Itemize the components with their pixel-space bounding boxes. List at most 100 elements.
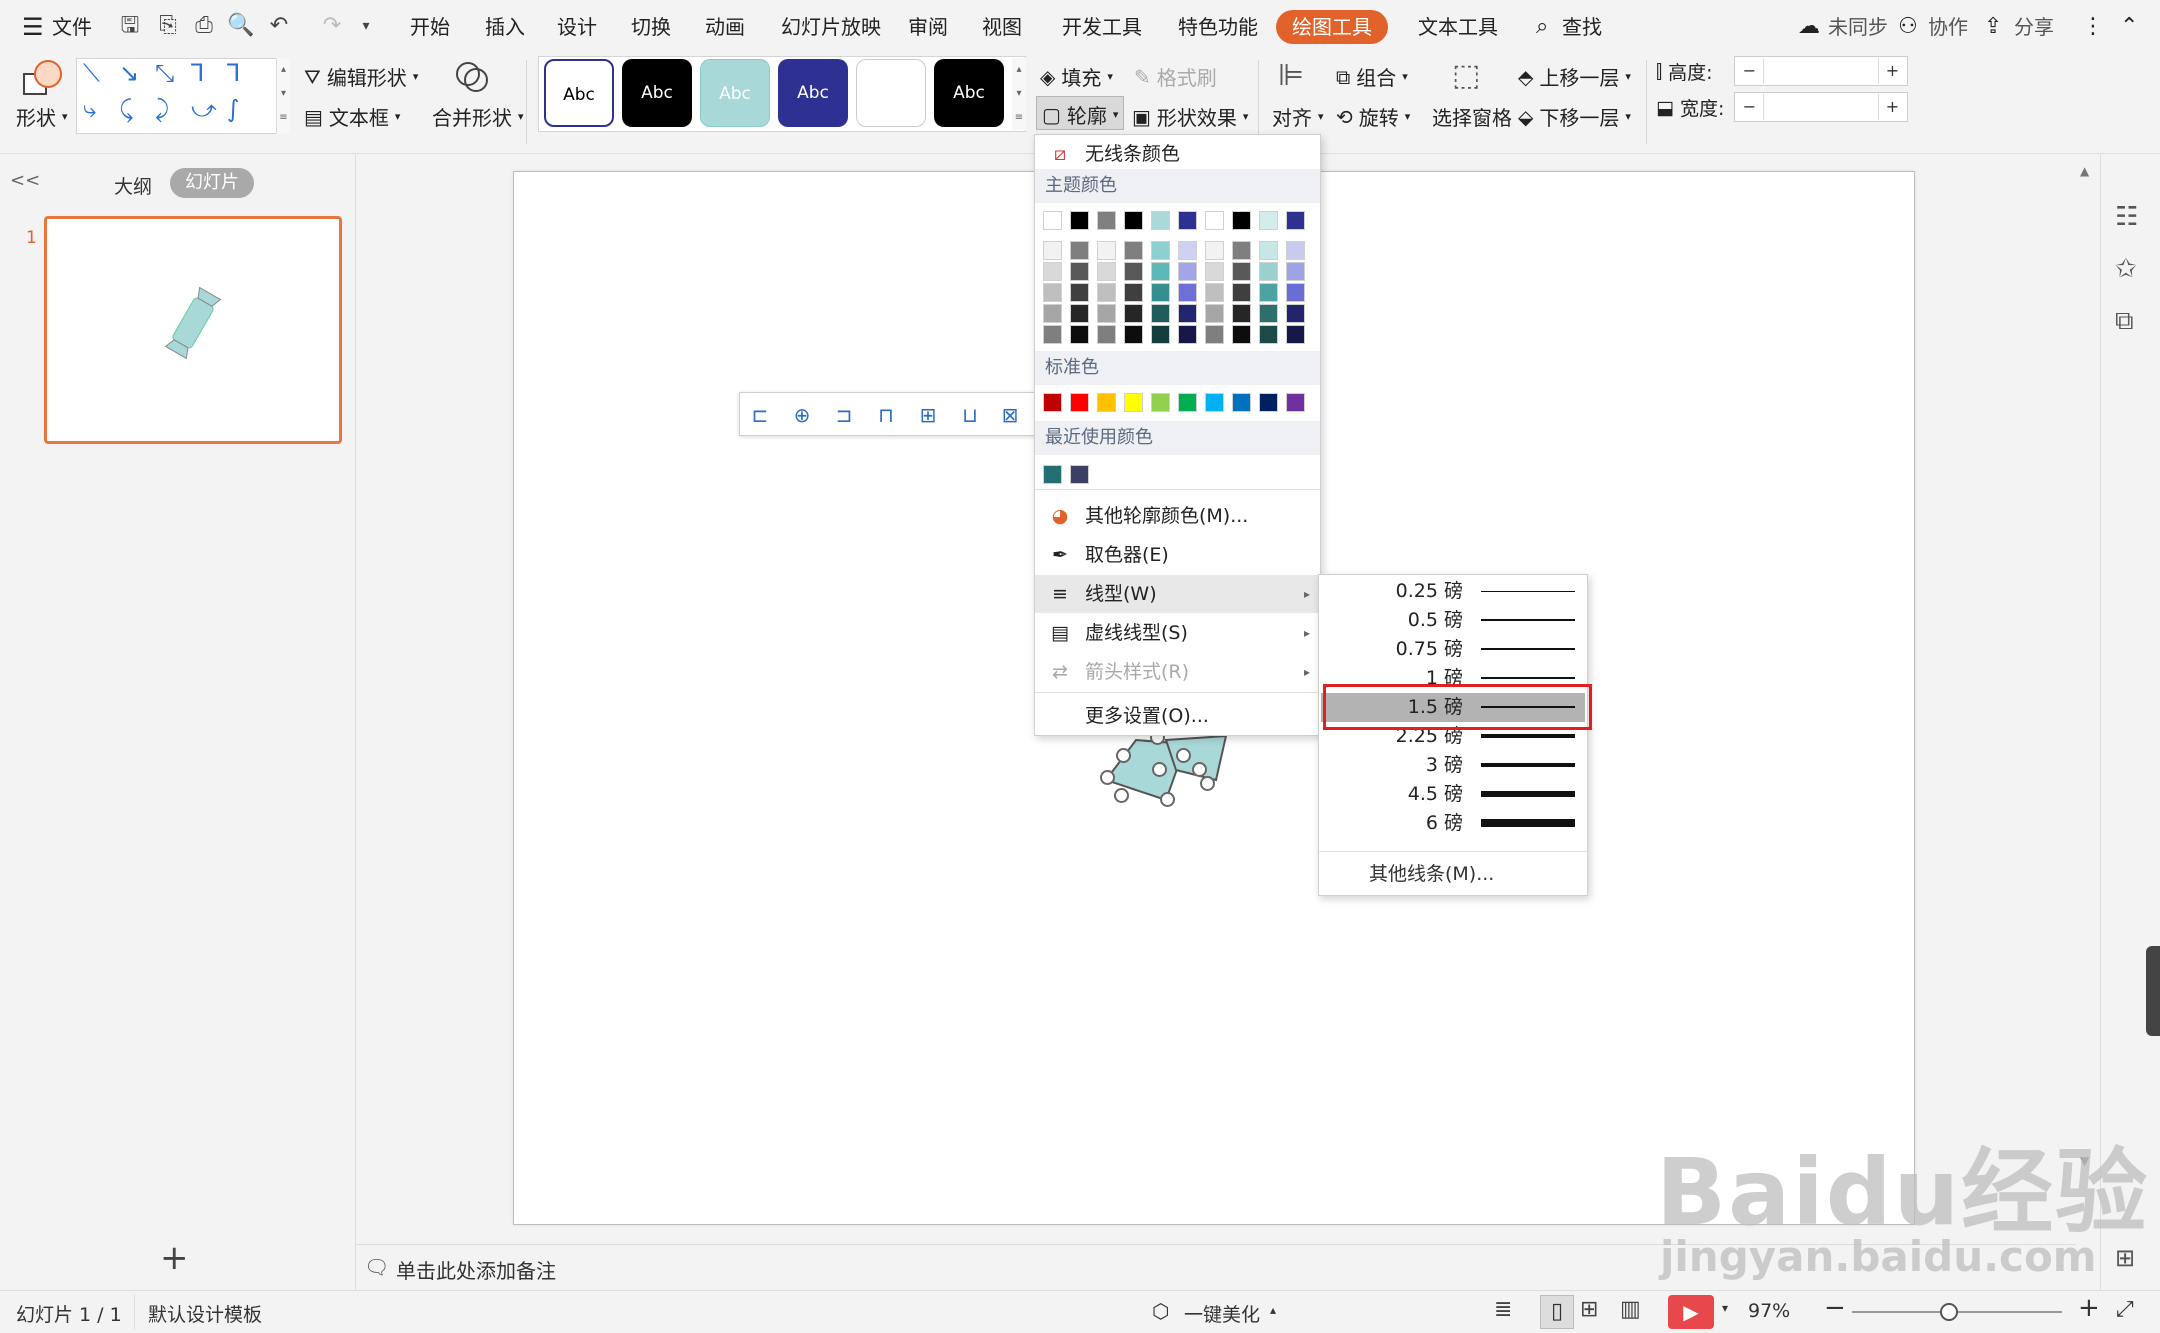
rotate-button[interactable]: ⟲ 旋转 ▾: [1336, 102, 1410, 131]
theme-color-swatch[interactable]: [1070, 211, 1089, 230]
resize-handle[interactable]: [1192, 762, 1207, 777]
style-outline-blue[interactable]: Abc: [544, 59, 614, 127]
theme-shade-swatch[interactable]: [1232, 241, 1251, 260]
more-outline-colors-item[interactable]: ◕ 其他轮廓颜色(M)...: [1035, 497, 1320, 535]
standard-color-swatch[interactable]: [1259, 393, 1278, 412]
line-weight-option[interactable]: 0.75 磅: [1321, 635, 1585, 664]
tab-view[interactable]: 视图: [982, 0, 1022, 54]
format-brush-button[interactable]: ✎ 格式刷: [1134, 62, 1217, 91]
file-menu[interactable]: 文件: [52, 0, 92, 54]
line-weight-option[interactable]: 4.5 磅: [1321, 780, 1585, 809]
theme-shade-swatch[interactable]: [1151, 262, 1170, 281]
properties-icon[interactable]: ☷: [2115, 202, 2138, 232]
standard-color-swatch[interactable]: [1205, 393, 1224, 412]
theme-shade-swatch[interactable]: [1151, 325, 1170, 344]
theme-color-swatch[interactable]: [1124, 211, 1143, 230]
theme-shade-swatch[interactable]: [1286, 325, 1305, 344]
dash-style-item[interactable]: ▤ 虚线线型(S) ▸: [1035, 614, 1320, 652]
style-black-2[interactable]: Abc: [934, 59, 1004, 127]
theme-color-swatch[interactable]: [1232, 211, 1251, 230]
theme-shade-swatch[interactable]: [1259, 241, 1278, 260]
align-button[interactable]: 对齐 ▾: [1272, 102, 1324, 131]
resize-handle[interactable]: [1176, 748, 1191, 763]
group-button[interactable]: ⧉ 组合 ▾: [1336, 62, 1408, 91]
align-top-icon[interactable]: ⊓: [872, 401, 900, 429]
theme-shade-swatch[interactable]: [1070, 262, 1089, 281]
scroll-up-icon[interactable]: ▲: [2080, 164, 2089, 178]
theme-shade-swatch[interactable]: [1232, 283, 1251, 302]
side-handle[interactable]: [2146, 946, 2160, 1036]
more-icon[interactable]: ⋮: [2082, 0, 2104, 54]
tab-design[interactable]: 设计: [557, 0, 597, 54]
tab-slideshow[interactable]: 幻灯片放映: [781, 0, 881, 54]
align-middle-icon[interactable]: ⊞: [914, 401, 942, 429]
align-icon[interactable]: ⊫: [1278, 58, 1304, 93]
align-center-icon[interactable]: ⊕: [788, 401, 816, 429]
bring-forward-button[interactable]: ⬘ 上移一层 ▾: [1518, 62, 1631, 91]
template-name[interactable]: 默认设计模板: [148, 1300, 262, 1327]
print-icon[interactable]: ⎙: [190, 12, 218, 40]
tab-transition[interactable]: 切换: [631, 0, 671, 54]
tab-review[interactable]: 审阅: [908, 0, 948, 54]
add-slide-button[interactable]: +: [160, 1238, 189, 1278]
style-teal[interactable]: Abc: [700, 59, 770, 127]
zoom-slider-thumb[interactable]: [1940, 1303, 1958, 1321]
theme-shade-swatch[interactable]: [1286, 304, 1305, 323]
double-arrow-icon[interactable]: ⤡: [155, 59, 174, 87]
merge-shape-button[interactable]: 合并形状 ▾: [432, 102, 524, 131]
search-icon[interactable]: ⌕: [1536, 0, 1548, 54]
theme-shade-swatch[interactable]: [1286, 262, 1305, 281]
elbow-arrow-icon[interactable]: ⅂: [227, 59, 240, 87]
theme-color-swatch[interactable]: [1178, 211, 1197, 230]
theme-shade-swatch[interactable]: [1124, 241, 1143, 260]
theme-shade-swatch[interactable]: [1124, 283, 1143, 302]
save-icon[interactable]: 🖫: [116, 12, 144, 40]
slides-tab[interactable]: 幻灯片: [170, 168, 254, 198]
slide-thumbnail[interactable]: [44, 216, 342, 444]
shape-button[interactable]: 形状 ▾: [16, 102, 68, 131]
merge-shape-icon[interactable]: [454, 58, 490, 94]
outline-button[interactable]: ▢ 轮廓 ▾: [1042, 100, 1118, 129]
theme-shade-swatch[interactable]: [1259, 325, 1278, 344]
theme-shade-swatch[interactable]: [1151, 241, 1170, 260]
theme-shade-swatch[interactable]: [1286, 283, 1305, 302]
textbox-button[interactable]: ▤ 文本框 ▾: [304, 102, 400, 131]
tab-developer[interactable]: 开发工具: [1062, 0, 1142, 54]
width-decrease[interactable]: −: [1736, 94, 1764, 120]
theme-color-swatch[interactable]: [1259, 211, 1278, 230]
theme-color-swatch[interactable]: [1151, 211, 1170, 230]
resize-handle[interactable]: [1200, 776, 1215, 791]
theme-shade-swatch[interactable]: [1232, 304, 1251, 323]
height-decrease[interactable]: −: [1736, 58, 1764, 84]
undo-icon[interactable]: ↶: [265, 12, 293, 40]
zoom-level[interactable]: 97%: [1748, 1300, 1790, 1322]
customize-icon[interactable]: ▾: [352, 12, 380, 40]
tab-features[interactable]: 特色功能: [1178, 0, 1258, 54]
align-left-icon[interactable]: ⊏: [746, 401, 774, 429]
theme-shade-swatch[interactable]: [1097, 304, 1116, 323]
theme-shade-swatch[interactable]: [1124, 304, 1143, 323]
animation-icon[interactable]: ✩: [2115, 254, 2137, 284]
standard-color-swatch[interactable]: [1124, 393, 1143, 412]
theme-shade-swatch[interactable]: [1232, 325, 1251, 344]
theme-shade-swatch[interactable]: [1124, 325, 1143, 344]
theme-shade-swatch[interactable]: [1070, 241, 1089, 260]
resize-handle[interactable]: [1116, 748, 1131, 763]
fit-window-icon[interactable]: ⤢: [2116, 1297, 2134, 1322]
theme-shade-swatch[interactable]: [1178, 241, 1197, 260]
width-increase[interactable]: +: [1878, 94, 1906, 120]
standard-color-swatch[interactable]: [1151, 393, 1170, 412]
no-line-color-item[interactable]: ⧄ 无线条颜色: [1035, 135, 1320, 173]
theme-shade-swatch[interactable]: [1178, 283, 1197, 302]
more-settings-item[interactable]: 更多设置(O)...: [1035, 697, 1320, 735]
line-weight-option[interactable]: 3 磅: [1321, 751, 1585, 780]
select-pane-icon[interactable]: ⬚: [1452, 58, 1480, 93]
redo-icon[interactable]: ↷: [318, 12, 346, 40]
curve-arrow-icon[interactable]: ⤸: [155, 95, 169, 123]
theme-color-swatch[interactable]: [1043, 211, 1062, 230]
sorter-view-icon[interactable]: ⊞: [1580, 1297, 1598, 1322]
theme-shade-swatch[interactable]: [1205, 241, 1224, 260]
arrow-line-icon[interactable]: ↘: [119, 59, 139, 87]
hamburger-icon[interactable]: ☰: [22, 0, 44, 54]
resize-handle[interactable]: [1160, 792, 1175, 807]
